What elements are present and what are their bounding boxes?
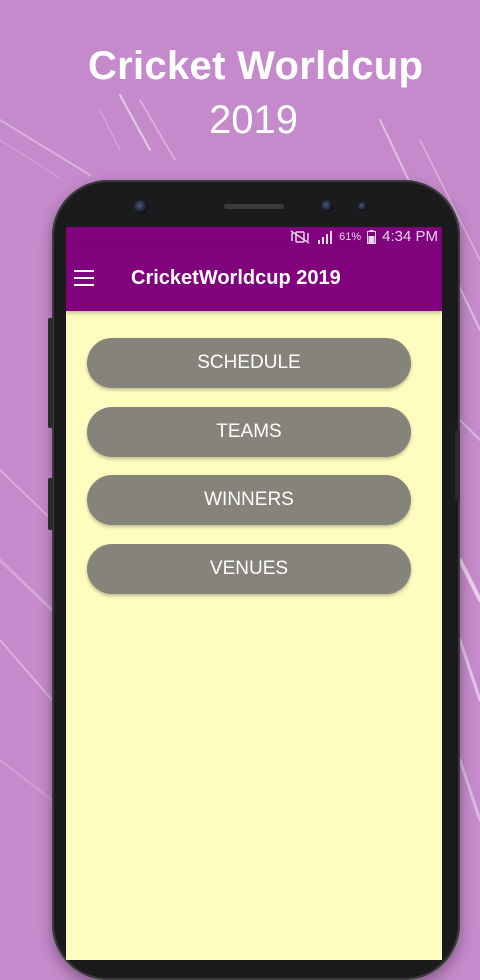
app-bar: CricketWorldcup 2019 [66, 247, 442, 311]
camera-sensor-icon [321, 200, 333, 212]
battery-percentage: 61% [339, 230, 362, 243]
front-camera-icon [134, 200, 148, 214]
promo-title: Cricket Worldcup [88, 44, 424, 88]
signal-strength-icon [318, 230, 333, 244]
earpiece-speaker [224, 204, 284, 209]
status-bar: 61% 4:34 PM [66, 227, 442, 247]
teams-button[interactable]: TEAMS [87, 407, 411, 457]
app-title: CricketWorldcup 2019 [131, 267, 341, 289]
schedule-button[interactable]: SCHEDULE [87, 338, 411, 388]
mute-vibrate-icon [290, 229, 310, 244]
promo-year: 2019 [209, 98, 298, 142]
bixby-button [48, 478, 53, 530]
iris-sensor-icon [358, 202, 367, 211]
hamburger-menu-icon[interactable] [74, 270, 94, 286]
volume-button [48, 318, 53, 428]
power-button [455, 430, 460, 500]
winners-button[interactable]: WINNERS [87, 475, 411, 525]
battery-icon [367, 229, 377, 244]
status-time: 4:34 PM [382, 228, 438, 245]
venues-button[interactable]: VENUES [87, 544, 411, 594]
app-screen: 61% 4:34 PM CricketWorldcup 2019 SCHEDUL… [66, 227, 442, 960]
